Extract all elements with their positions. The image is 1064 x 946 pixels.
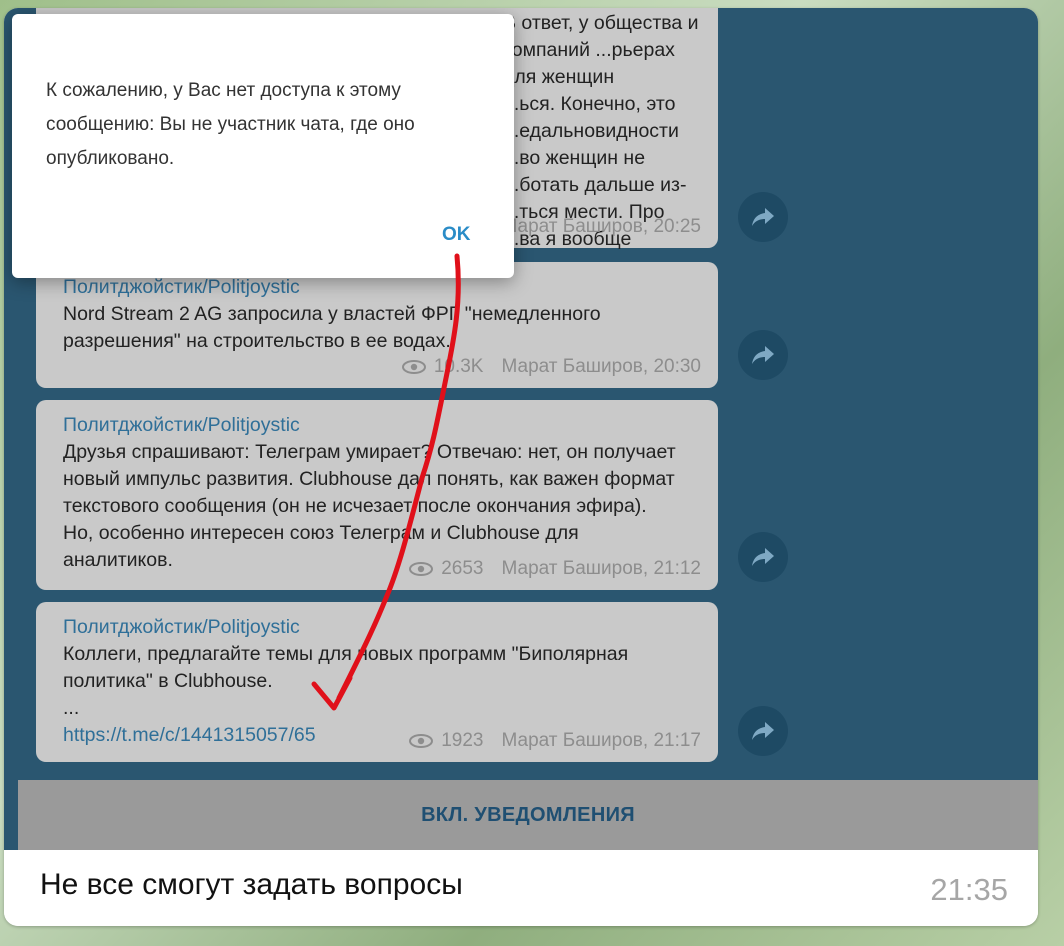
caption-time: 21:35 — [930, 872, 1008, 907]
screenshot-frame: В ответ, у общества и компаний ...рьерах… — [4, 8, 1038, 926]
caption-text: Не все смогут задать вопросы — [40, 868, 463, 901]
message-caption: Не все смогут задать вопросы 21:35 — [4, 850, 1038, 926]
annotation-arrow — [311, 253, 461, 711]
